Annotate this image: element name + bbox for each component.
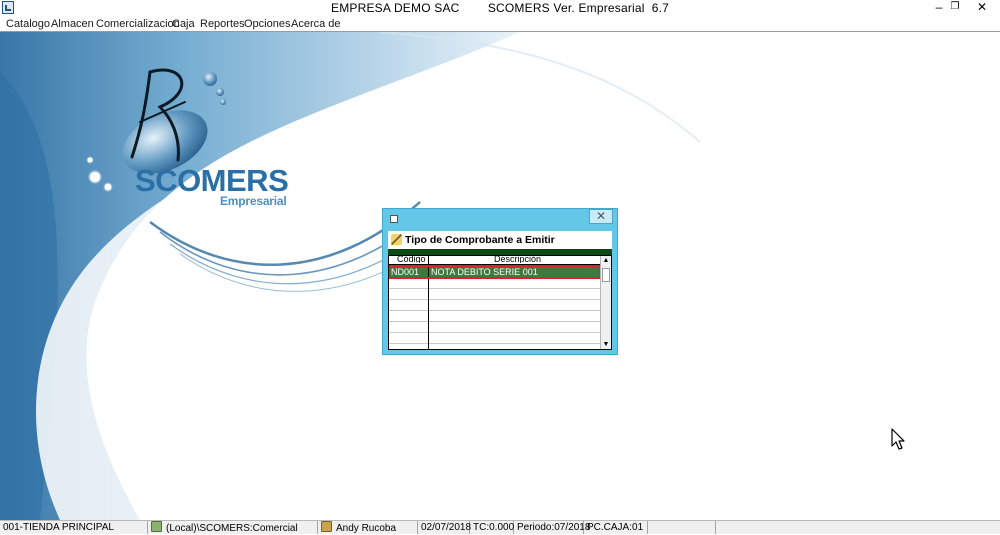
database-icon [151, 521, 162, 532]
dialog-window-icon [390, 215, 398, 223]
selection-highlight-box [389, 265, 601, 279]
status-terminal: PC.CAJA:01 [584, 521, 648, 534]
status-empty-panel [648, 521, 716, 534]
status-store: 001-TIENDA PRINCIPAL [0, 521, 148, 534]
dialog-body: Tipo de Comprobante a Emitir Código Desc… [388, 231, 612, 350]
table-row-empty[interactable] [389, 300, 601, 311]
status-database-text: (Local)\SCOMERS:Comercial [166, 523, 298, 534]
grid-scrollbar[interactable]: ▲ ▼ [600, 256, 611, 349]
column-header-descripcion[interactable]: Descripción [494, 256, 541, 263]
menu-caja[interactable]: Caja [172, 18, 195, 30]
menu-bar: Catalogo Almacen Comercializacion Caja R… [0, 16, 1000, 32]
voucher-grid[interactable]: Código Descripción ND001 NOTA DEBITO SER… [388, 255, 612, 350]
status-database: (Local)\SCOMERS:Comercial [148, 521, 318, 534]
menu-comercializacion[interactable]: Comercializacion [96, 18, 180, 30]
restore-button[interactable]: ❐ [941, 0, 969, 16]
brand-subtitle: Empresarial [220, 194, 287, 208]
window-title: EMPRESA DEMO SAC SCOMERS Ver. Empresaria… [330, 1, 670, 15]
menu-acerca-de[interactable]: Acerca de [291, 18, 341, 30]
pen-icon [391, 234, 402, 245]
status-date: 02/07/2018 [418, 521, 471, 534]
table-row-empty[interactable] [389, 311, 601, 322]
grid-header: Código Descripción [389, 256, 601, 265]
scroll-down-arrow-icon[interactable]: ▼ [601, 340, 611, 349]
mouse-cursor-icon [891, 428, 905, 450]
status-period: Periodo:07/2018 [514, 521, 590, 534]
table-row-empty[interactable] [389, 278, 601, 289]
table-row-empty[interactable] [389, 333, 601, 344]
table-row-empty[interactable] [389, 289, 601, 300]
status-exchange-rate: TC:0.000 [470, 521, 514, 534]
scroll-thumb[interactable] [602, 268, 610, 282]
menu-catalogo[interactable]: Catalogo [6, 18, 50, 30]
close-button[interactable]: ✕ [968, 0, 996, 16]
table-row-empty[interactable] [389, 322, 601, 333]
dialog-heading-text: Tipo de Comprobante a Emitir [405, 234, 555, 246]
status-user: Andy Rucoba [318, 521, 418, 534]
dialog-heading: Tipo de Comprobante a Emitir [391, 234, 555, 246]
status-bar: 001-TIENDA PRINCIPAL (Local)\SCOMERS:Com… [0, 520, 1000, 534]
column-header-codigo[interactable]: Código [397, 256, 426, 263]
menu-reportes[interactable]: Reportes [200, 18, 245, 30]
status-user-text: Andy Rucoba [336, 523, 397, 534]
user-icon [321, 521, 332, 532]
menu-opciones[interactable]: Opciones [244, 18, 290, 30]
scroll-up-arrow-icon[interactable]: ▲ [601, 256, 611, 265]
dialog-close-button[interactable]: ✕ [589, 209, 613, 224]
voucher-type-dialog: ✕ Tipo de Comprobante a Emitir Código De… [382, 208, 618, 355]
window-titlebar: EMPRESA DEMO SAC SCOMERS Ver. Empresaria… [0, 0, 1000, 16]
menu-almacen[interactable]: Almacen [51, 18, 94, 30]
